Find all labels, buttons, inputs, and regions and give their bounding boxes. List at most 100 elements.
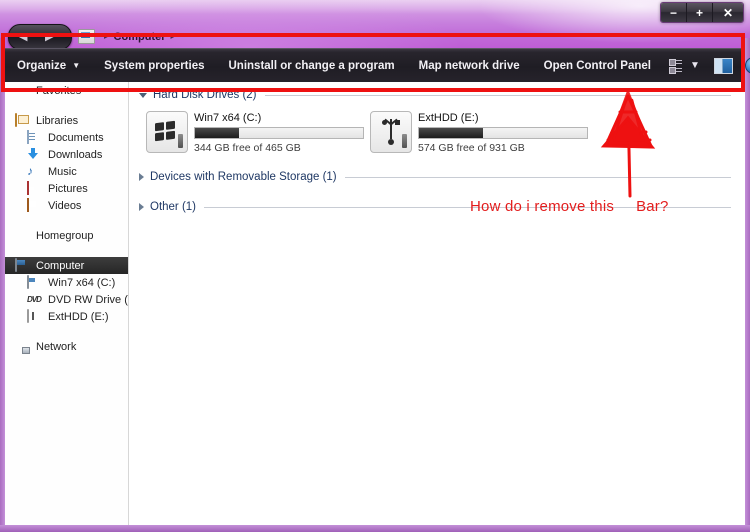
homegroup-icon [15,229,31,243]
group-divider [344,176,731,178]
organize-button[interactable]: Organize ▼ [5,49,92,83]
drive-name: ExtHDD (E:) [418,112,479,124]
chevron-expanded-icon [139,92,147,98]
close-button[interactable]: ✕ [713,3,743,22]
drive-free-space: 574 GB free of 931 GB [418,142,525,154]
map-network-drive-button[interactable]: Map network drive [407,49,532,83]
open-control-panel-button[interactable]: Open Control Panel [532,49,663,83]
window-frame-bottom [0,525,750,532]
dvd-drive-icon: DVD [27,294,42,304]
sidebar-label-dvd: DVD RW Drive (D [48,293,129,306]
annotation-question-part1: How do i remove this [470,198,615,215]
group-label: Other (1) [150,201,197,213]
sidebar-label-exthdd: ExtHDD (E:) [48,310,109,323]
windows-logo-icon [155,120,175,142]
show-preview-pane-button[interactable] [708,49,739,83]
sidebar-item-homegroup[interactable]: Homegroup [5,227,128,244]
group-label: Hard Disk Drives (2) [153,89,257,101]
sidebar-item-pictures[interactable]: Pictures [5,180,128,197]
breadcrumb-computer[interactable]: Computer [114,31,166,43]
sidebar-item-libraries[interactable]: Libraries [5,112,128,129]
view-chevron-down-icon[interactable]: ▼ [688,60,708,71]
star-icon [15,84,31,98]
group-header-removable-storage[interactable]: Devices with Removable Storage (1) [129,168,745,186]
drive-capacity-bar [418,127,588,139]
file-list-pane: Hard Disk Drives (2) Win7 x64 (C:) 344 G… [129,82,745,525]
chevron-collapsed-icon [139,203,144,211]
maximize-button[interactable]: + [687,3,713,22]
group-divider [264,94,731,96]
pictures-icon [27,180,43,196]
drive-tile-row: Win7 x64 (C:) 344 GB free of 465 GB ExtH… [129,108,745,156]
sidebar-label-pictures: Pictures [48,182,88,195]
annotation-question-part2: Bar? [636,198,669,215]
help-icon: ? [744,57,750,74]
sidebar-item-downloads[interactable]: Downloads [5,146,128,163]
sidebar-item-videos[interactable]: Videos [5,197,128,214]
drive-name: Win7 x64 (C:) [194,112,262,124]
sidebar-label-videos: Videos [48,199,82,212]
usb-drive-icon [370,111,412,153]
screenshot-root: − + ✕ ◀ ▶ ▸ Computer ▸ Organize ▼ System… [0,0,750,532]
hard-drive-icon [27,274,43,290]
drive-tile-win7[interactable]: Win7 x64 (C:) 344 GB free of 465 GB [143,108,367,156]
music-icon: ♪ [27,163,33,178]
sidebar-item-exthdd-e[interactable]: ExtHDD (E:) [5,308,128,325]
sidebar-label-documents: Documents [48,131,104,144]
usb-logo-icon [382,118,400,145]
change-view-button[interactable] [663,49,688,83]
videos-icon [27,197,43,213]
sidebar-label-computer: Computer [36,259,85,272]
drive-tile-exthdd[interactable]: ExtHDD (E:) 574 GB free of 931 GB [367,108,591,156]
chevron-down-icon: ▼ [72,61,81,70]
drive-info: ExtHDD (E:) 574 GB free of 931 GB [418,109,590,155]
sidebar-label-favorites: Favorites [36,84,82,97]
downloads-icon [27,148,43,162]
command-toolbar: Organize ▼ System properties Uninstall o… [5,48,750,83]
breadcrumb[interactable]: ▸ Computer ▸ [78,27,180,46]
group-label: Devices with Removable Storage (1) [150,171,337,183]
window-client-area: Favorites Libraries Documents Downloads … [5,82,745,525]
sidebar-item-favorites[interactable]: Favorites [5,82,128,99]
organize-label: Organize [17,59,67,72]
sidebar-label-music: Music [48,165,77,178]
drive-capacity-bar [194,127,364,139]
usb-drive-icon [27,308,43,324]
preview-pane-icon [713,57,733,74]
sidebar-item-music[interactable]: ♪ Music [5,163,128,180]
change-view-icon [668,58,682,74]
sidebar-item-win7-c[interactable]: Win7 x64 (C:) [5,274,128,291]
computer-icon [15,257,31,273]
drive-bay-icon [402,134,407,148]
minimize-button[interactable]: − [661,3,687,22]
sidebar-item-computer[interactable]: Computer [5,257,128,274]
drive-capacity-fill [195,128,239,138]
annotation-question: How do i remove this Bar? [470,198,669,215]
sidebar-item-network[interactable]: Network [5,338,128,355]
system-properties-button[interactable]: System properties [92,49,216,83]
chevron-collapsed-icon [139,173,144,181]
drive-bay-icon [178,134,183,148]
sidebar-label-homegroup: Homegroup [36,229,94,242]
computer-icon [78,29,95,44]
sidebar-label-win7: Win7 x64 (C:) [48,276,116,289]
sidebar-item-dvd-drive[interactable]: DVD DVD RW Drive (D [5,291,128,308]
drive-capacity-fill [419,128,483,138]
group-header-hard-disk-drives[interactable]: Hard Disk Drives (2) [129,86,745,104]
forward-icon[interactable]: ▶ [45,32,53,43]
documents-icon [27,129,43,145]
uninstall-or-change-a-program-button[interactable]: Uninstall or change a program [217,49,407,83]
back-icon[interactable]: ◀ [19,32,27,43]
libraries-icon [15,112,31,128]
help-button[interactable]: ? [739,49,750,83]
windows-drive-icon [146,111,188,153]
breadcrumb-trailing-chevron-icon[interactable]: ▸ [170,31,175,42]
sidebar-label-downloads: Downloads [48,148,103,161]
sidebar-item-documents[interactable]: Documents [5,129,128,146]
network-icon [15,340,31,354]
drive-info: Win7 x64 (C:) 344 GB free of 465 GB [194,109,366,155]
